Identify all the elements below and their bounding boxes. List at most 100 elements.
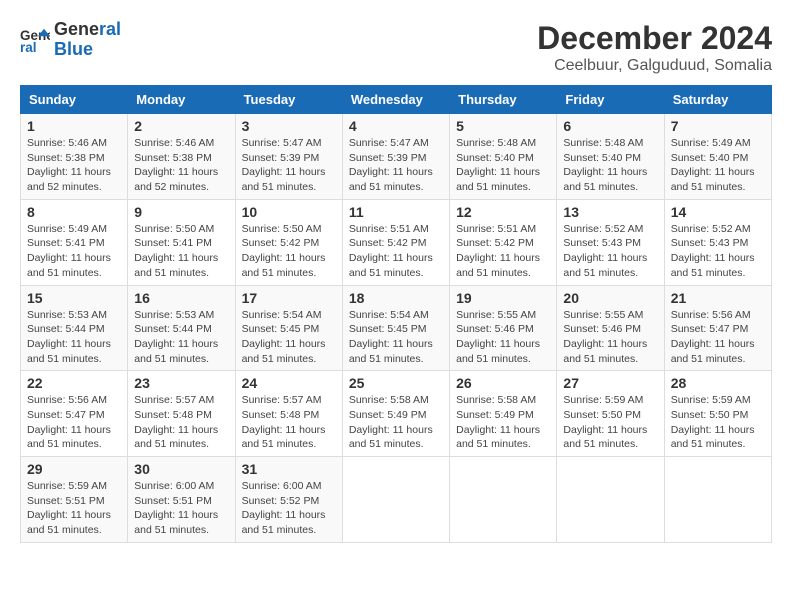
calendar-cell: 28 Sunrise: 5:59 AMSunset: 5:50 PMDaylig… xyxy=(664,371,771,457)
calendar-week-4: 22 Sunrise: 5:56 AMSunset: 5:47 PMDaylig… xyxy=(21,371,772,457)
day-number: 15 xyxy=(27,290,121,306)
weekday-header-wednesday: Wednesday xyxy=(342,86,449,114)
logo: Gene ral General Blue xyxy=(20,20,121,60)
calendar-cell: 12 Sunrise: 5:51 AMSunset: 5:42 PMDaylig… xyxy=(450,199,557,285)
calendar-cell xyxy=(342,457,449,543)
day-number: 23 xyxy=(134,375,228,391)
calendar-cell xyxy=(557,457,664,543)
day-number: 29 xyxy=(27,461,121,477)
logo-icon: Gene ral xyxy=(20,25,50,55)
day-detail: Sunrise: 5:54 AMSunset: 5:45 PMDaylight:… xyxy=(242,309,326,365)
day-number: 25 xyxy=(349,375,443,391)
weekday-header-saturday: Saturday xyxy=(664,86,771,114)
day-number: 12 xyxy=(456,204,550,220)
day-detail: Sunrise: 5:57 AMSunset: 5:48 PMDaylight:… xyxy=(242,394,326,450)
calendar-table: SundayMondayTuesdayWednesdayThursdayFrid… xyxy=(20,85,772,543)
day-detail: Sunrise: 5:53 AMSunset: 5:44 PMDaylight:… xyxy=(27,309,111,365)
day-detail: Sunrise: 5:50 AMSunset: 5:42 PMDaylight:… xyxy=(242,223,326,279)
day-number: 2 xyxy=(134,118,228,134)
day-number: 31 xyxy=(242,461,336,477)
calendar-week-1: 1 Sunrise: 5:46 AMSunset: 5:38 PMDayligh… xyxy=(21,114,772,200)
calendar-cell: 5 Sunrise: 5:48 AMSunset: 5:40 PMDayligh… xyxy=(450,114,557,200)
calendar-cell: 8 Sunrise: 5:49 AMSunset: 5:41 PMDayligh… xyxy=(21,199,128,285)
day-detail: Sunrise: 5:48 AMSunset: 5:40 PMDaylight:… xyxy=(563,137,647,193)
day-number: 21 xyxy=(671,290,765,306)
calendar-cell: 31 Sunrise: 6:00 AMSunset: 5:52 PMDaylig… xyxy=(235,457,342,543)
weekday-header-tuesday: Tuesday xyxy=(235,86,342,114)
calendar-cell: 23 Sunrise: 5:57 AMSunset: 5:48 PMDaylig… xyxy=(128,371,235,457)
day-detail: Sunrise: 5:49 AMSunset: 5:40 PMDaylight:… xyxy=(671,137,755,193)
calendar-cell: 20 Sunrise: 5:55 AMSunset: 5:46 PMDaylig… xyxy=(557,285,664,371)
day-number: 6 xyxy=(563,118,657,134)
weekday-header-thursday: Thursday xyxy=(450,86,557,114)
calendar-cell: 25 Sunrise: 5:58 AMSunset: 5:49 PMDaylig… xyxy=(342,371,449,457)
day-number: 27 xyxy=(563,375,657,391)
day-detail: Sunrise: 5:57 AMSunset: 5:48 PMDaylight:… xyxy=(134,394,218,450)
calendar-cell: 14 Sunrise: 5:52 AMSunset: 5:43 PMDaylig… xyxy=(664,199,771,285)
day-detail: Sunrise: 5:53 AMSunset: 5:44 PMDaylight:… xyxy=(134,309,218,365)
day-detail: Sunrise: 5:55 AMSunset: 5:46 PMDaylight:… xyxy=(563,309,647,365)
title-block: December 2024 Ceelbuur, Galguduud, Somal… xyxy=(537,20,772,75)
calendar-week-5: 29 Sunrise: 5:59 AMSunset: 5:51 PMDaylig… xyxy=(21,457,772,543)
calendar-week-2: 8 Sunrise: 5:49 AMSunset: 5:41 PMDayligh… xyxy=(21,199,772,285)
day-number: 16 xyxy=(134,290,228,306)
day-detail: Sunrise: 5:47 AMSunset: 5:39 PMDaylight:… xyxy=(349,137,433,193)
day-detail: Sunrise: 5:49 AMSunset: 5:41 PMDaylight:… xyxy=(27,223,111,279)
calendar-cell: 11 Sunrise: 5:51 AMSunset: 5:42 PMDaylig… xyxy=(342,199,449,285)
day-number: 1 xyxy=(27,118,121,134)
calendar-week-3: 15 Sunrise: 5:53 AMSunset: 5:44 PMDaylig… xyxy=(21,285,772,371)
calendar-cell: 1 Sunrise: 5:46 AMSunset: 5:38 PMDayligh… xyxy=(21,114,128,200)
day-number: 30 xyxy=(134,461,228,477)
calendar-cell: 7 Sunrise: 5:49 AMSunset: 5:40 PMDayligh… xyxy=(664,114,771,200)
calendar-cell: 27 Sunrise: 5:59 AMSunset: 5:50 PMDaylig… xyxy=(557,371,664,457)
calendar-cell: 9 Sunrise: 5:50 AMSunset: 5:41 PMDayligh… xyxy=(128,199,235,285)
day-number: 10 xyxy=(242,204,336,220)
day-number: 7 xyxy=(671,118,765,134)
day-detail: Sunrise: 5:46 AMSunset: 5:38 PMDaylight:… xyxy=(27,137,111,193)
calendar-cell: 3 Sunrise: 5:47 AMSunset: 5:39 PMDayligh… xyxy=(235,114,342,200)
day-detail: Sunrise: 6:00 AMSunset: 5:52 PMDaylight:… xyxy=(242,480,326,536)
day-number: 28 xyxy=(671,375,765,391)
calendar-cell: 21 Sunrise: 5:56 AMSunset: 5:47 PMDaylig… xyxy=(664,285,771,371)
calendar-cell: 29 Sunrise: 5:59 AMSunset: 5:51 PMDaylig… xyxy=(21,457,128,543)
calendar-cell: 26 Sunrise: 5:58 AMSunset: 5:49 PMDaylig… xyxy=(450,371,557,457)
weekday-header-sunday: Sunday xyxy=(21,86,128,114)
day-detail: Sunrise: 5:59 AMSunset: 5:51 PMDaylight:… xyxy=(27,480,111,536)
day-number: 19 xyxy=(456,290,550,306)
day-number: 5 xyxy=(456,118,550,134)
day-detail: Sunrise: 5:46 AMSunset: 5:38 PMDaylight:… xyxy=(134,137,218,193)
day-detail: Sunrise: 5:52 AMSunset: 5:43 PMDaylight:… xyxy=(671,223,755,279)
day-detail: Sunrise: 5:48 AMSunset: 5:40 PMDaylight:… xyxy=(456,137,540,193)
calendar-cell: 6 Sunrise: 5:48 AMSunset: 5:40 PMDayligh… xyxy=(557,114,664,200)
day-number: 20 xyxy=(563,290,657,306)
location-subtitle: Ceelbuur, Galguduud, Somalia xyxy=(537,57,772,75)
calendar-cell xyxy=(450,457,557,543)
svg-text:ral: ral xyxy=(20,40,37,55)
day-detail: Sunrise: 6:00 AMSunset: 5:51 PMDaylight:… xyxy=(134,480,218,536)
calendar-cell xyxy=(664,457,771,543)
day-number: 9 xyxy=(134,204,228,220)
calendar-cell: 2 Sunrise: 5:46 AMSunset: 5:38 PMDayligh… xyxy=(128,114,235,200)
day-detail: Sunrise: 5:56 AMSunset: 5:47 PMDaylight:… xyxy=(671,309,755,365)
day-detail: Sunrise: 5:59 AMSunset: 5:50 PMDaylight:… xyxy=(563,394,647,450)
day-detail: Sunrise: 5:52 AMSunset: 5:43 PMDaylight:… xyxy=(563,223,647,279)
day-detail: Sunrise: 5:47 AMSunset: 5:39 PMDaylight:… xyxy=(242,137,326,193)
day-number: 3 xyxy=(242,118,336,134)
calendar-cell: 22 Sunrise: 5:56 AMSunset: 5:47 PMDaylig… xyxy=(21,371,128,457)
calendar-cell: 24 Sunrise: 5:57 AMSunset: 5:48 PMDaylig… xyxy=(235,371,342,457)
day-number: 17 xyxy=(242,290,336,306)
day-number: 13 xyxy=(563,204,657,220)
day-detail: Sunrise: 5:58 AMSunset: 5:49 PMDaylight:… xyxy=(349,394,433,450)
day-detail: Sunrise: 5:50 AMSunset: 5:41 PMDaylight:… xyxy=(134,223,218,279)
day-detail: Sunrise: 5:56 AMSunset: 5:47 PMDaylight:… xyxy=(27,394,111,450)
calendar-cell: 16 Sunrise: 5:53 AMSunset: 5:44 PMDaylig… xyxy=(128,285,235,371)
page-header: Gene ral General Blue December 2024 Ceel… xyxy=(20,20,772,75)
calendar-cell: 13 Sunrise: 5:52 AMSunset: 5:43 PMDaylig… xyxy=(557,199,664,285)
day-number: 8 xyxy=(27,204,121,220)
day-number: 14 xyxy=(671,204,765,220)
calendar-cell: 15 Sunrise: 5:53 AMSunset: 5:44 PMDaylig… xyxy=(21,285,128,371)
day-detail: Sunrise: 5:58 AMSunset: 5:49 PMDaylight:… xyxy=(456,394,540,450)
day-detail: Sunrise: 5:51 AMSunset: 5:42 PMDaylight:… xyxy=(349,223,433,279)
day-detail: Sunrise: 5:51 AMSunset: 5:42 PMDaylight:… xyxy=(456,223,540,279)
day-number: 18 xyxy=(349,290,443,306)
